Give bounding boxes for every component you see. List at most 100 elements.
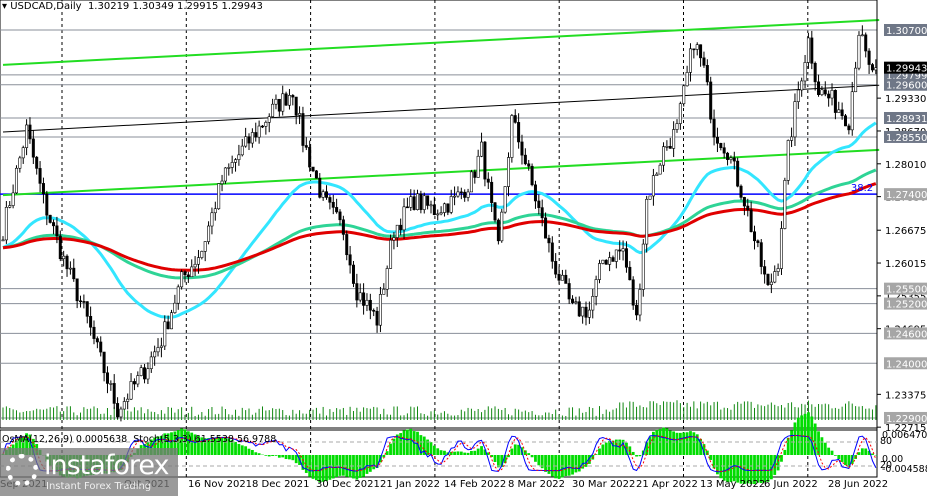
candle <box>14 165 18 195</box>
osma-bar <box>372 455 376 470</box>
candle-body <box>173 302 177 314</box>
osma-bar <box>672 431 676 455</box>
osma-bar <box>385 451 389 455</box>
osma-bar <box>766 455 770 482</box>
osma-bar <box>527 453 531 455</box>
candle-body <box>480 141 484 157</box>
candle-body <box>129 381 133 400</box>
candle-body <box>726 152 730 160</box>
candle-body <box>820 89 824 96</box>
candle-body <box>18 157 22 169</box>
price-chart[interactable]: 38.21.293301.286701.280101.273501.266751… <box>0 0 927 496</box>
date-label: 16 Nov 2021 <box>188 479 253 490</box>
osma-bar <box>833 455 837 456</box>
osma-bar <box>864 448 868 455</box>
candle-body <box>776 268 780 272</box>
candle-body <box>28 124 32 140</box>
candle-body <box>638 289 642 316</box>
candle-body <box>281 93 285 112</box>
candle-body <box>577 301 581 317</box>
osma-bar <box>453 451 456 455</box>
osma-bar <box>254 452 258 455</box>
watermark-tagline: Instant Forex Trading <box>46 481 152 492</box>
candle-body <box>796 89 800 102</box>
osma-bar <box>689 431 692 455</box>
candle-body <box>196 257 200 265</box>
candle-body <box>581 306 585 317</box>
candle-body <box>817 81 821 96</box>
candle-body <box>409 196 413 208</box>
osma-bar <box>368 455 372 472</box>
candle-body <box>759 242 763 267</box>
candle-body <box>833 90 837 113</box>
candle <box>4 200 8 244</box>
candle-body <box>419 193 423 210</box>
osma-bar <box>466 452 470 455</box>
candle-body <box>500 211 504 242</box>
candle <box>783 177 787 230</box>
date-label: 28 Jun 2022 <box>828 479 889 490</box>
osma-bar <box>399 433 403 455</box>
candle-body <box>68 267 72 270</box>
osma-bar <box>571 455 574 475</box>
candle <box>469 169 473 193</box>
osma-bar <box>352 455 355 479</box>
candle-body <box>92 326 96 339</box>
candle-body <box>729 157 733 160</box>
date-label: 30 Mar 2022 <box>572 479 636 490</box>
osma-bar <box>537 455 541 466</box>
candle-body <box>621 248 625 252</box>
candle <box>493 202 497 223</box>
osma-bar <box>247 448 251 455</box>
candle-body <box>843 115 847 127</box>
candle-body <box>112 383 116 404</box>
osma-bar <box>554 455 558 479</box>
candle-body <box>298 113 302 116</box>
candle-body <box>702 57 706 66</box>
osma-bar <box>544 455 547 472</box>
candle <box>641 239 645 297</box>
candle-body <box>611 257 615 262</box>
candle-body <box>742 197 746 207</box>
candle-body <box>678 103 682 124</box>
level-price-text: 1.30700 <box>886 26 927 37</box>
candle-body <box>31 138 35 158</box>
price-tick-label: 1.26015 <box>885 259 926 270</box>
candle-body <box>156 347 160 353</box>
osma-bar <box>678 432 682 455</box>
date-label: 21 Jan 2022 <box>380 479 440 490</box>
candle-body <box>65 255 69 270</box>
osma-bar <box>823 442 827 455</box>
candle-body <box>429 204 433 207</box>
candle-body <box>763 266 767 275</box>
candle-body <box>318 177 322 198</box>
candle-body <box>8 205 12 208</box>
candle-body <box>628 266 632 281</box>
level-price-text: 1.24600 <box>886 329 927 340</box>
candle-body <box>810 37 814 64</box>
candle-body <box>466 191 470 198</box>
candle-body <box>55 225 59 237</box>
osma-bar <box>668 430 672 455</box>
osma-bar <box>662 427 665 455</box>
candle <box>351 260 355 288</box>
osma-bar <box>281 455 285 458</box>
date-label: 21 Apr 2022 <box>636 479 698 490</box>
candle-body <box>234 159 238 163</box>
candle-body <box>631 279 635 306</box>
osma-bar <box>365 455 369 474</box>
osma-bar <box>567 455 571 476</box>
candle-body <box>301 113 305 146</box>
candle-body <box>786 140 790 181</box>
candle-body <box>715 136 719 144</box>
level-price-text: 1.24000 <box>886 359 927 370</box>
candle-body <box>1 239 5 242</box>
candle-body <box>766 273 770 285</box>
candle-body <box>422 195 426 210</box>
osma-bar <box>456 451 460 455</box>
osma-bar <box>776 455 780 471</box>
candle-body <box>635 304 639 316</box>
candle-body <box>594 279 598 297</box>
osma-bar <box>786 437 790 455</box>
osma-bar <box>830 450 834 455</box>
